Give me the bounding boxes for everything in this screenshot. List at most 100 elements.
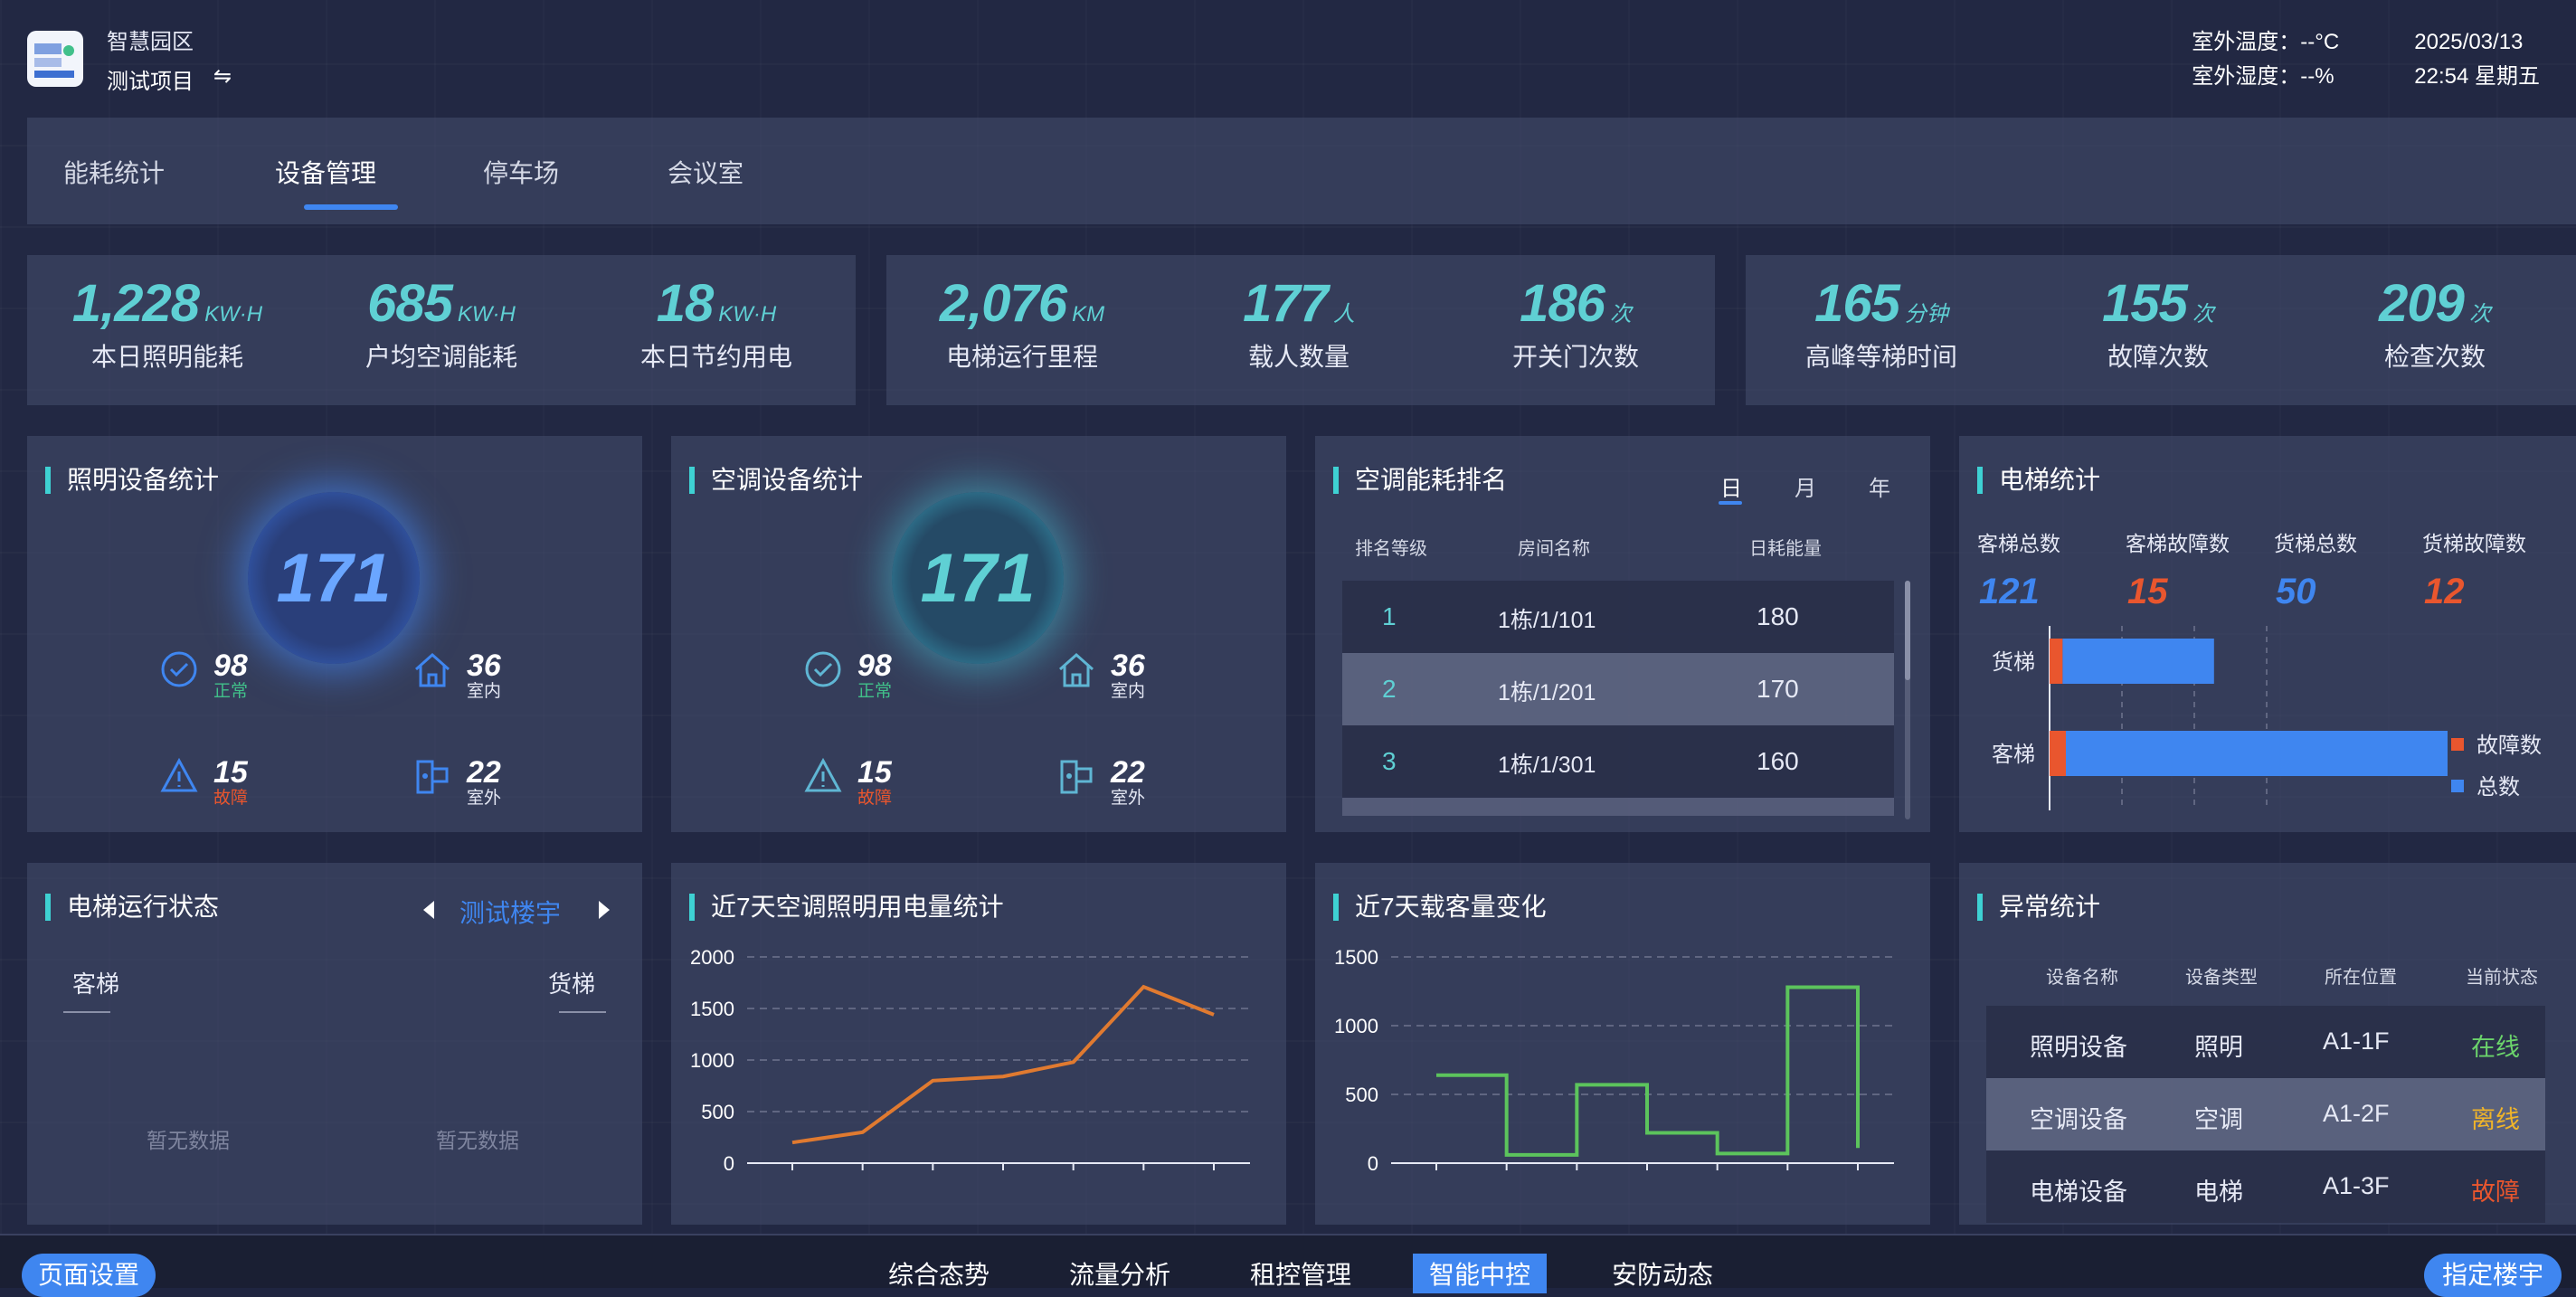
check-circle-icon <box>161 651 197 687</box>
table-row <box>1342 798 1894 816</box>
elevator-bar-chart: 货梯客梯 故障数总数 <box>1992 626 2542 810</box>
outdoor-temperature: 室外温度：--°C <box>2192 30 2340 54</box>
kpi-card-elevator: 2,076 KM 电梯运行里程 177 人载人数量 186 次开关门次数 <box>886 255 1715 405</box>
empty-placeholder: 暂无数据 <box>147 1129 230 1152</box>
lighting-fault: 15 故障 <box>159 756 248 809</box>
passenger-fault-label: 客梯故障数 <box>2126 532 2230 555</box>
bottom-bar: 页面设置 综合态势 流量分析 租控管理 智能中控 安防动态 指定楼宇 <box>0 1234 2576 1297</box>
project-name[interactable]: 测试项目 <box>107 63 194 95</box>
lighting-title: 照明设备统计 <box>45 467 219 494</box>
range-active-indicator <box>1719 501 1742 505</box>
bar-total <box>2066 731 2448 776</box>
ranking-header-rank: 排名等级 <box>1355 539 1427 559</box>
aircon-indoor: 36 室内 <box>1056 649 1145 702</box>
power-chart-title: 近7天空调照明用电量统计 <box>689 894 1004 921</box>
anomaly-title: 异常统计 <box>1977 894 2100 921</box>
date: 2025/03/13 <box>2414 30 2524 54</box>
outdoor-device-icon <box>416 760 449 794</box>
tab-energy[interactable]: 能耗统计 <box>63 154 165 190</box>
table-row[interactable]: 空调设备 空调 A1-2F 离线 <box>1986 1078 2545 1150</box>
lighting-normal: 98 正常 <box>159 649 248 702</box>
divider <box>63 1011 110 1013</box>
kpi-elevator-mileage: 2,076 KM 电梯运行里程 <box>939 274 1105 371</box>
freight-elevator-label: 货梯 <box>548 970 596 998</box>
anomaly-header-type: 设备类型 <box>2185 968 2258 988</box>
kpi-door-count: 186 次开关门次数 <box>1511 274 1639 371</box>
home-icon <box>1059 652 1094 687</box>
page-settings-button[interactable]: 页面设置 <box>22 1254 156 1297</box>
bar-fault <box>2050 731 2066 776</box>
time-weekday: 22:54 星期五 <box>2414 64 2540 89</box>
scrollbar-track[interactable] <box>1905 581 1910 819</box>
series-line <box>1436 985 1860 1157</box>
ranking-header-room: 房间名称 <box>1518 539 1590 559</box>
freight-fault-value: 12 <box>2424 572 2465 611</box>
range-year[interactable]: 年 <box>1869 470 1890 502</box>
legend-fault-label: 故障数 <box>2477 734 2542 758</box>
table-row[interactable]: 2 1栋/1/201 170 <box>1342 653 1894 725</box>
empty-placeholder: 暂无数据 <box>436 1129 519 1152</box>
next-building-icon[interactable] <box>595 899 613 921</box>
aircon-title: 空调设备统计 <box>689 467 863 494</box>
nav-lease[interactable]: 租控管理 <box>1250 1255 1351 1292</box>
y-tick-label: 2000 <box>690 946 734 969</box>
scrollbar-thumb[interactable] <box>1905 581 1910 680</box>
outdoor-device-icon <box>1060 760 1093 794</box>
y-tick-label: 0 <box>724 1152 734 1175</box>
prev-building-icon[interactable] <box>420 899 438 921</box>
elevator-status-panel: 电梯运行状态 测试楼宇 客梯 货梯 暂无数据 暂无数据 <box>27 863 642 1225</box>
tab-device-management[interactable]: 设备管理 <box>275 154 376 190</box>
check-circle-icon <box>805 651 841 687</box>
table-row[interactable]: 3 1栋/1/301 160 <box>1342 725 1894 798</box>
anomaly-header-status: 当前状态 <box>2466 968 2538 988</box>
kpi-saved-power: 18 KW·H 本日节约用电 <box>639 274 792 371</box>
warning-icon <box>804 757 842 792</box>
anomaly-header-location: 所在位置 <box>2325 968 2397 988</box>
anomaly-header-name: 设备名称 <box>2046 968 2118 988</box>
anomaly-panel: 异常统计 设备名称 设备类型 所在位置 当前状态 照明设备 照明 A1-1F 在… <box>1959 863 2576 1225</box>
range-month[interactable]: 月 <box>1795 470 1816 502</box>
lighting-panel: 照明设备统计 171 98 正常 36 室内 15 故障 22 室外 <box>27 436 642 832</box>
tab-meeting-room[interactable]: 会议室 <box>668 154 743 190</box>
nav-traffic[interactable]: 流量分析 <box>1069 1255 1170 1292</box>
aircon-normal: 98 正常 <box>803 649 892 702</box>
header: 智慧园区 测试项目 ⇋ 室外温度：--°C 2025/03/13 室外湿度：--%… <box>0 0 2576 109</box>
kpi-fault-count: 155 次故障次数 <box>2102 274 2214 371</box>
table-row[interactable]: 电梯设备 电梯 A1-3F 故障 <box>1986 1150 2545 1223</box>
power-line-chart: 0 500 1000 1500 2000 <box>690 946 1250 1175</box>
kpi-aircon-energy: 685 KW·H 户均空调能耗 <box>365 274 517 371</box>
y-tick-label: 500 <box>701 1101 734 1123</box>
table-row[interactable]: 照明设备 照明 A1-1F 在线 <box>1986 1006 2545 1078</box>
lighting-outdoor: 22 室外 <box>412 756 501 809</box>
passenger-step-chart: 0 500 1000 1500 <box>1334 946 1894 1175</box>
y-tick-label: 1500 <box>1334 946 1378 969</box>
freight-fault-label: 货梯故障数 <box>2422 532 2526 555</box>
aircon-panel: 空调设备统计 171 98 正常 36 室内 15 故障 22 室外 <box>671 436 1286 832</box>
tab-parking[interactable]: 停车场 <box>483 154 559 190</box>
ranking-title: 空调能耗排名 <box>1333 467 1507 494</box>
elevator-stats-panel: 电梯统计 客梯总数 客梯故障数 货梯总数 货梯故障数 121 15 50 12 … <box>1959 436 2576 832</box>
elevator-stats-title: 电梯统计 <box>1977 467 2100 494</box>
table-row[interactable]: 1 1栋/1/101 180 <box>1342 581 1894 653</box>
ranking-header-energy: 日耗能量 <box>1749 539 1822 559</box>
switch-project-icon[interactable]: ⇋ <box>213 63 232 90</box>
aircon-outdoor: 22 室外 <box>1056 756 1145 809</box>
y-tick-label: 0 <box>1368 1152 1378 1175</box>
category-label: 客梯 <box>1992 743 2035 767</box>
legend-fault-swatch <box>2451 738 2464 751</box>
y-tick-label: 1500 <box>690 998 734 1020</box>
y-tick-label: 500 <box>1345 1084 1378 1106</box>
status-badge: 离线 <box>2471 1106 2520 1133</box>
legend-total-swatch <box>2451 780 2464 792</box>
legend-total-label: 总数 <box>2477 775 2520 800</box>
nav-security[interactable]: 安防动态 <box>1612 1255 1713 1292</box>
kpi-card-maintenance: 165 分钟 高峰等梯时间 155 次故障次数 209 次检查次数 <box>1746 255 2576 405</box>
nav-smart-control[interactable]: 智能中控 <box>1413 1254 1548 1293</box>
specify-building-button[interactable]: 指定楼宇 <box>2424 1254 2562 1297</box>
freight-total-value: 50 <box>2276 572 2316 611</box>
elevator-status-title: 电梯运行状态 <box>45 894 219 921</box>
range-day[interactable]: 日 <box>1720 470 1742 502</box>
bar-fault <box>2050 639 2063 684</box>
nav-overview[interactable]: 综合态势 <box>888 1255 990 1292</box>
building-selector[interactable]: 测试楼宇 <box>459 894 561 930</box>
